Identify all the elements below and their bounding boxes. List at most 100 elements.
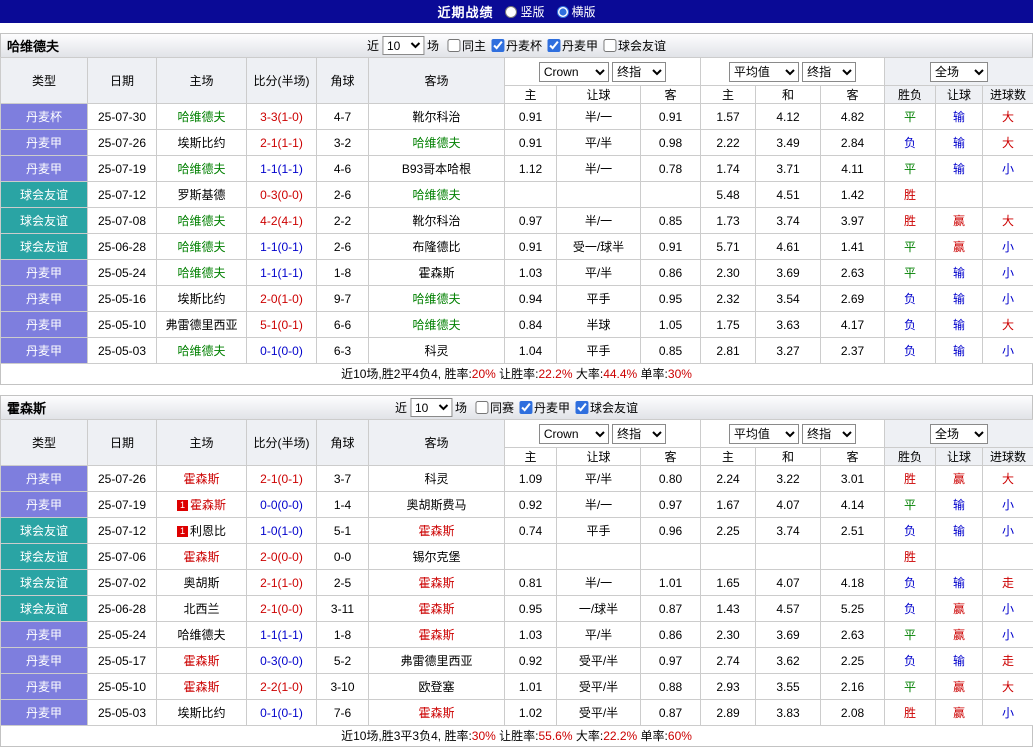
scope-select[interactable]: 全场 bbox=[930, 62, 988, 82]
goals-result-cell: 小 bbox=[983, 492, 1033, 518]
home-odds-cell: 1.01 bbox=[505, 674, 557, 700]
red-card-badge: 1 bbox=[177, 500, 188, 511]
corners-cell: 0-0 bbox=[317, 544, 369, 570]
away-team-cell: 霍森斯 bbox=[369, 622, 505, 648]
away-odds-cell: 0.86 bbox=[641, 260, 701, 286]
filter-option[interactable]: 同主 bbox=[447, 37, 486, 54]
home-odds-cell: 0.74 bbox=[505, 518, 557, 544]
away-odds-cell: 0.87 bbox=[641, 596, 701, 622]
handicap-line-cell: 平手 bbox=[557, 518, 641, 544]
filter-checkbox[interactable] bbox=[575, 401, 588, 414]
date-cell: 25-05-10 bbox=[88, 674, 157, 700]
handicap-result-cell: 输 bbox=[936, 104, 983, 130]
summary-stat-label: 胜率: bbox=[444, 729, 471, 743]
handicap-line-cell: 平/半 bbox=[557, 130, 641, 156]
date-cell: 25-05-16 bbox=[88, 286, 157, 312]
match-row: 丹麦甲25-07-191霍森斯0-0(0-0)1-4奥胡斯费马0.92半/一0.… bbox=[1, 492, 1033, 518]
filter-option[interactable]: 丹麦甲 bbox=[547, 37, 598, 54]
team-link: 哈维德夫 bbox=[177, 110, 225, 124]
match-row: 丹麦甲25-05-24哈维德夫1-1(1-1)1-8霍森斯1.03平/半0.86… bbox=[1, 622, 1033, 648]
corners-cell: 5-1 bbox=[317, 518, 369, 544]
corners-cell: 1-8 bbox=[317, 622, 369, 648]
team-link: 霍森斯 bbox=[183, 550, 219, 564]
away-odds-cell bbox=[641, 182, 701, 208]
near-label: 近 bbox=[367, 37, 379, 54]
avg-draw-odds-cell: 3.69 bbox=[756, 622, 821, 648]
home-team-cell: 哈维德夫 bbox=[157, 156, 247, 182]
date-cell: 25-07-06 bbox=[88, 544, 157, 570]
company-select[interactable]: Crown bbox=[539, 62, 609, 82]
average-select[interactable]: 平均值 bbox=[729, 62, 799, 82]
avg-draw-odds-cell: 3.74 bbox=[756, 518, 821, 544]
away-odds-cell: 0.95 bbox=[641, 286, 701, 312]
score-cell: 2-1(0-1) bbox=[247, 466, 317, 492]
layout-radio[interactable] bbox=[557, 6, 569, 18]
average-mode-select[interactable]: 终指 bbox=[802, 424, 856, 444]
filter-checkbox[interactable] bbox=[491, 39, 504, 52]
avg-home-odds-cell: 1.65 bbox=[701, 570, 756, 596]
date-cell: 25-05-03 bbox=[88, 700, 157, 726]
result-cell: 胜 bbox=[885, 700, 936, 726]
team-link: 利恩比 bbox=[190, 524, 226, 538]
company-select[interactable]: Crown bbox=[539, 424, 609, 444]
team-link: 罗斯基德 bbox=[177, 188, 225, 202]
layout-option-horizontal[interactable]: 横版 bbox=[557, 3, 596, 20]
home-team-cell: 埃斯比约 bbox=[157, 286, 247, 312]
home-team-cell: 哈维德夫 bbox=[157, 208, 247, 234]
summary-row: 近10场,胜2平4负4, 胜率:20% 让胜率:22.2% 大率:44.4% 单… bbox=[0, 364, 1033, 385]
games-count-select[interactable]: 10 bbox=[410, 398, 452, 417]
match-row: 丹麦甲25-05-10霍森斯2-2(1-0)3-10欧登塞1.01受平/半0.8… bbox=[1, 674, 1033, 700]
match-row: 球会友谊25-06-28哈维德夫1-1(0-1)2-6布隆德比0.91受一/球半… bbox=[1, 234, 1033, 260]
handicap-result-cell: 输 bbox=[936, 260, 983, 286]
filter-controls: 近 10 场 同赛丹麦甲球会友谊 bbox=[395, 398, 638, 417]
avg-home-odds-cell: 1.67 bbox=[701, 492, 756, 518]
subcol-away-odds: 客 bbox=[641, 86, 701, 104]
titlebar: 近期战绩 竖版 横版 bbox=[0, 0, 1033, 23]
filter-option[interactable]: 球会友谊 bbox=[575, 399, 638, 416]
home-odds-cell: 0.94 bbox=[505, 286, 557, 312]
filter-checkbox[interactable] bbox=[447, 39, 460, 52]
filter-option[interactable]: 丹麦杯 bbox=[491, 37, 542, 54]
match-row: 丹麦甲25-05-17霍森斯0-3(0-0)5-2弗雷德里西亚0.92受平/半0… bbox=[1, 648, 1033, 674]
filter-option[interactable]: 同赛 bbox=[475, 399, 514, 416]
filter-checkbox[interactable] bbox=[475, 401, 488, 414]
team-link: 哈维德夫 bbox=[177, 240, 225, 254]
home-odds-cell: 0.91 bbox=[505, 104, 557, 130]
layout-option-vertical[interactable]: 竖版 bbox=[505, 3, 544, 20]
company-mode-select[interactable]: 终指 bbox=[612, 62, 666, 82]
score-cell: 1-1(0-1) bbox=[247, 234, 317, 260]
red-card-badge: 1 bbox=[177, 526, 188, 537]
filter-checkbox[interactable] bbox=[603, 39, 616, 52]
handicap-line-cell: 半/一 bbox=[557, 492, 641, 518]
handicap-result-cell: 赢 bbox=[936, 234, 983, 260]
date-cell: 25-07-08 bbox=[88, 208, 157, 234]
filter-option-label: 同主 bbox=[462, 37, 486, 54]
layout-radio[interactable] bbox=[505, 6, 517, 18]
games-count-select[interactable]: 10 bbox=[382, 36, 424, 55]
average-select[interactable]: 平均值 bbox=[729, 424, 799, 444]
home-team-cell: 北西兰 bbox=[157, 596, 247, 622]
filter-option[interactable]: 球会友谊 bbox=[603, 37, 666, 54]
summary-stat-label: 单率: bbox=[637, 729, 668, 743]
score-cell: 2-0(0-0) bbox=[247, 544, 317, 570]
avg-home-odds-cell: 2.30 bbox=[701, 622, 756, 648]
company-mode-select[interactable]: 终指 bbox=[612, 424, 666, 444]
date-cell: 25-07-26 bbox=[88, 466, 157, 492]
filter-checkbox[interactable] bbox=[519, 401, 532, 414]
col-corners: 角球 bbox=[317, 420, 369, 466]
scope-select[interactable]: 全场 bbox=[930, 424, 988, 444]
match-row: 丹麦甲25-07-26埃斯比约2-1(1-1)3-2哈维德夫0.91平/半0.9… bbox=[1, 130, 1033, 156]
avg-away-odds-cell bbox=[821, 544, 885, 570]
filter-option[interactable]: 丹麦甲 bbox=[519, 399, 570, 416]
avg-draw-odds-cell: 3.74 bbox=[756, 208, 821, 234]
summary-stat-label: 让胜率: bbox=[496, 729, 539, 743]
filter-checkbox[interactable] bbox=[547, 39, 560, 52]
handicap-result-cell: 输 bbox=[936, 156, 983, 182]
result-cell: 平 bbox=[885, 622, 936, 648]
avg-away-odds-cell: 2.63 bbox=[821, 622, 885, 648]
league-type-cell: 球会友谊 bbox=[1, 182, 88, 208]
corners-cell: 4-7 bbox=[317, 104, 369, 130]
company-odds-header: Crown 终指 bbox=[505, 420, 701, 448]
team-link: 靴尔科治 bbox=[412, 110, 460, 124]
average-mode-select[interactable]: 终指 bbox=[802, 62, 856, 82]
